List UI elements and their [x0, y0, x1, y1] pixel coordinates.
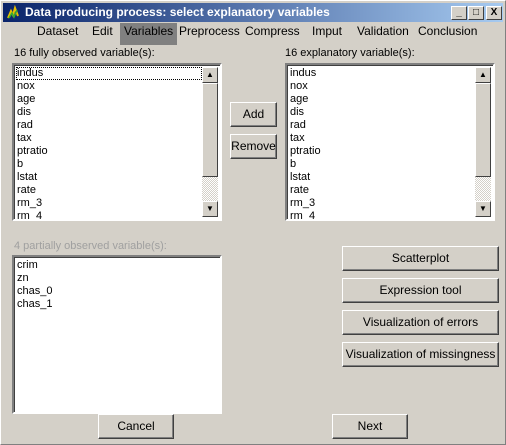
- list-item[interactable]: tax: [289, 132, 321, 145]
- list-item[interactable]: b: [16, 158, 202, 171]
- list-item[interactable]: rad: [16, 119, 202, 132]
- tab-variables[interactable]: Variables: [120, 23, 178, 45]
- visualization-missingness-button[interactable]: Visualization of missingness: [342, 342, 499, 367]
- app-icon: [7, 5, 19, 19]
- tab-conclusion[interactable]: Conclusion: [414, 23, 481, 45]
- list-item[interactable]: lstat: [16, 171, 202, 184]
- tab-compress[interactable]: Compress: [241, 23, 304, 45]
- right-scrollbar[interactable]: ▲ ▼: [475, 67, 491, 217]
- scroll-thumb[interactable]: [202, 83, 218, 177]
- list-item[interactable]: rm_4: [289, 210, 321, 219]
- tab-edit[interactable]: Edit: [88, 23, 117, 45]
- expression-tool-button[interactable]: Expression tool: [342, 278, 499, 303]
- list-item[interactable]: b: [289, 158, 321, 171]
- fully-observed-label: 16 fully observed variable(s):: [14, 47, 155, 59]
- list-item[interactable]: ptratio: [289, 145, 321, 158]
- explanatory-listbox[interactable]: indus nox age dis rad tax ptratio b lsta…: [285, 63, 495, 221]
- scroll-up-arrow-icon[interactable]: ▲: [202, 67, 218, 83]
- tab-bar: Dataset Edit Variables Preprocess Compre…: [1, 22, 506, 46]
- scroll-up-arrow-icon[interactable]: ▲: [475, 67, 491, 83]
- main-window: Data producing process: select explanato…: [0, 0, 506, 445]
- list-item[interactable]: rm_3: [289, 197, 321, 210]
- list-item[interactable]: tax: [16, 132, 202, 145]
- list-item[interactable]: rm_3: [16, 197, 202, 210]
- partially-observed-listbox[interactable]: crim zn chas_0 chas_1: [12, 255, 222, 414]
- explanatory-label: 16 explanatory variable(s):: [285, 47, 415, 59]
- list-item[interactable]: zn: [16, 272, 52, 285]
- remove-button[interactable]: Remove: [230, 134, 277, 159]
- cancel-button[interactable]: Cancel: [98, 414, 174, 439]
- list-item[interactable]: rate: [16, 184, 202, 197]
- list-item[interactable]: ptratio: [16, 145, 202, 158]
- scroll-down-arrow-icon[interactable]: ▼: [475, 201, 491, 217]
- list-item[interactable]: chas_1: [16, 298, 52, 311]
- maximize-button[interactable]: □: [468, 6, 484, 20]
- list-item[interactable]: nox: [16, 80, 202, 93]
- scatterplot-button[interactable]: Scatterplot: [342, 246, 499, 271]
- left-scrollbar[interactable]: ▲ ▼: [202, 67, 218, 217]
- window-title: Data producing process: select explanato…: [25, 5, 330, 19]
- visualization-errors-button[interactable]: Visualization of errors: [342, 310, 499, 335]
- fully-observed-listbox[interactable]: indus nox age dis rad tax ptratio b lsta…: [12, 63, 222, 221]
- tab-imput[interactable]: Imput: [308, 23, 346, 45]
- list-item[interactable]: chas_0: [16, 285, 52, 298]
- tab-dataset[interactable]: Dataset: [33, 23, 82, 45]
- list-item[interactable]: lstat: [289, 171, 321, 184]
- title-bar[interactable]: Data producing process: select explanato…: [3, 3, 503, 22]
- add-button[interactable]: Add: [230, 102, 277, 127]
- list-item[interactable]: crim: [16, 259, 52, 272]
- tab-preprocess[interactable]: Preprocess: [175, 23, 244, 45]
- list-item[interactable]: indus: [16, 67, 202, 80]
- scroll-down-arrow-icon[interactable]: ▼: [202, 201, 218, 217]
- close-button[interactable]: X: [486, 6, 502, 20]
- list-item[interactable]: rad: [289, 119, 321, 132]
- scroll-thumb[interactable]: [475, 83, 491, 177]
- list-item[interactable]: age: [16, 93, 202, 106]
- list-item[interactable]: rm_4: [16, 210, 202, 219]
- list-item[interactable]: dis: [16, 106, 202, 119]
- list-item[interactable]: age: [289, 93, 321, 106]
- list-item[interactable]: nox: [289, 80, 321, 93]
- list-item[interactable]: indus: [289, 67, 321, 80]
- next-button[interactable]: Next: [332, 414, 408, 439]
- minimize-button[interactable]: _: [451, 6, 467, 20]
- list-item[interactable]: dis: [289, 106, 321, 119]
- list-item[interactable]: rate: [289, 184, 321, 197]
- partially-observed-label: 4 partially observed variable(s):: [14, 240, 167, 252]
- tab-validation[interactable]: Validation: [353, 23, 413, 45]
